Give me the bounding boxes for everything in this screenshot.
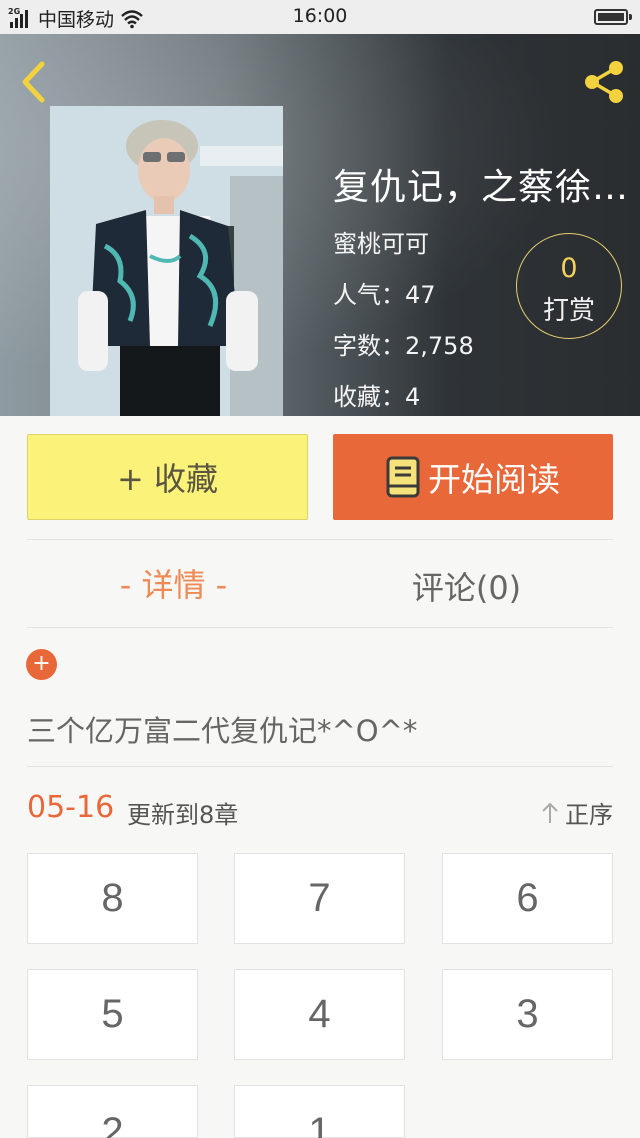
- sort-order-toggle[interactable]: 正序: [541, 795, 613, 830]
- chevron-left-icon[interactable]: [16, 58, 52, 106]
- reward-label: 打赏: [542, 296, 595, 326]
- reward-button[interactable]: 0 打赏: [516, 233, 622, 339]
- update-date: 05-16: [27, 790, 115, 825]
- battery-icon: [594, 9, 632, 25]
- chapter-button[interactable]: 5: [27, 969, 198, 1060]
- book-summary: 三个亿万富二代复仇记*^O^*: [27, 714, 418, 748]
- status-bar: 2G 中国移动 16:00: [0, 0, 640, 34]
- start-reading-label: 开始阅读: [428, 460, 560, 499]
- chapter-button[interactable]: 7: [234, 853, 405, 944]
- share-icon[interactable]: [582, 58, 628, 106]
- favorites-stat: 收藏：4: [333, 383, 421, 411]
- tab-detail[interactable]: - 详情 -: [27, 560, 320, 606]
- reward-count: 0: [560, 253, 578, 284]
- start-reading-button[interactable]: 开始阅读: [333, 434, 613, 520]
- expand-summary-button[interactable]: +: [26, 649, 57, 680]
- chapter-button[interactable]: 4: [234, 969, 405, 1060]
- chapter-button[interactable]: 1: [234, 1085, 405, 1138]
- book-title: 复仇记，之蔡徐…: [333, 167, 630, 208]
- divider: [27, 766, 613, 767]
- add-favorite-button[interactable]: + 收藏: [27, 434, 308, 520]
- book-cover-image: [50, 106, 283, 416]
- update-status: 更新到8章: [127, 801, 239, 829]
- chapter-button[interactable]: 2: [27, 1085, 198, 1138]
- chapter-button[interactable]: 8: [27, 853, 198, 944]
- tab-comments[interactable]: 评论(0): [320, 563, 613, 609]
- chapter-button[interactable]: 6: [442, 853, 613, 944]
- divider: [27, 539, 613, 540]
- book-icon: [386, 456, 420, 498]
- clock: 16:00: [292, 5, 348, 27]
- divider: [27, 627, 613, 628]
- chapter-button[interactable]: 3: [442, 969, 613, 1060]
- arrow-up-icon: [542, 802, 558, 823]
- book-header: 复仇记，之蔡徐… 蜜桃可可 人气：47 字数：2,758 收藏：4: [0, 34, 640, 416]
